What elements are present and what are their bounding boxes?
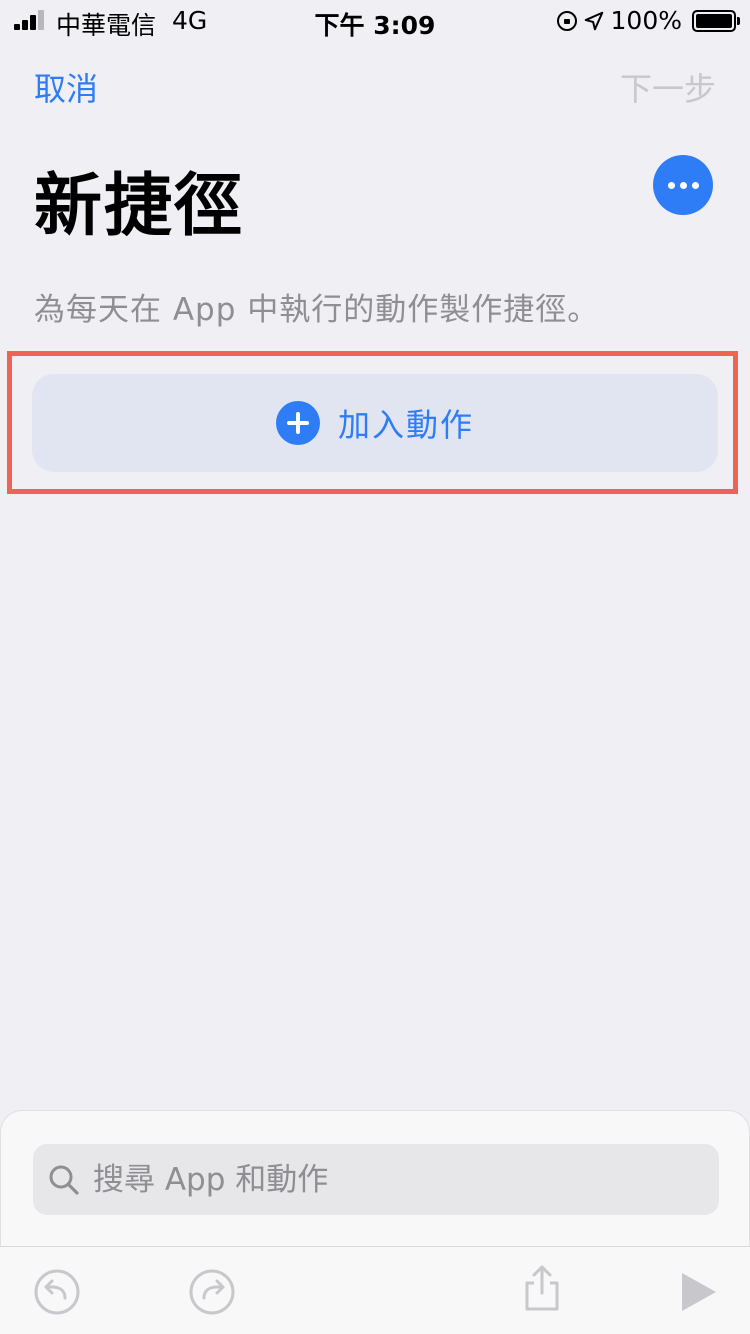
- plus-circle-icon: [275, 401, 320, 445]
- play-icon[interactable]: [672, 1267, 722, 1317]
- search-icon: [49, 1165, 79, 1195]
- page-subtitle: 為每天在 App 中執行的動作製作捷徑。: [34, 292, 600, 328]
- cancel-button[interactable]: 取消: [34, 64, 98, 110]
- add-action-label: 加入動作: [337, 406, 474, 444]
- share-icon[interactable]: [517, 1263, 567, 1313]
- search-input[interactable]: [93, 1161, 693, 1198]
- page-title: 新捷徑: [34, 167, 245, 246]
- status-right-group: 100%: [556, 6, 740, 35]
- add-action-button[interactable]: 加入動作: [32, 374, 718, 472]
- battery-icon: [692, 9, 740, 32]
- next-button[interactable]: 下一步: [620, 64, 716, 110]
- ellipsis-dot: [679, 181, 687, 189]
- battery-level: [696, 13, 732, 28]
- location-arrow-icon: [584, 11, 603, 30]
- ellipsis-dot: [691, 181, 699, 189]
- search-field[interactable]: [33, 1144, 719, 1215]
- redo-icon[interactable]: [187, 1267, 237, 1317]
- bottom-toolbar: [0, 1246, 750, 1334]
- more-options-button[interactable]: [653, 155, 713, 215]
- orientation-lock-icon: [556, 10, 577, 31]
- undo-icon[interactable]: [32, 1267, 82, 1317]
- status-bar: 中華電信 4G 下午 3:09 100%: [0, 0, 750, 40]
- battery-percentage: 100%: [610, 6, 682, 35]
- ellipsis-icon: [667, 181, 675, 189]
